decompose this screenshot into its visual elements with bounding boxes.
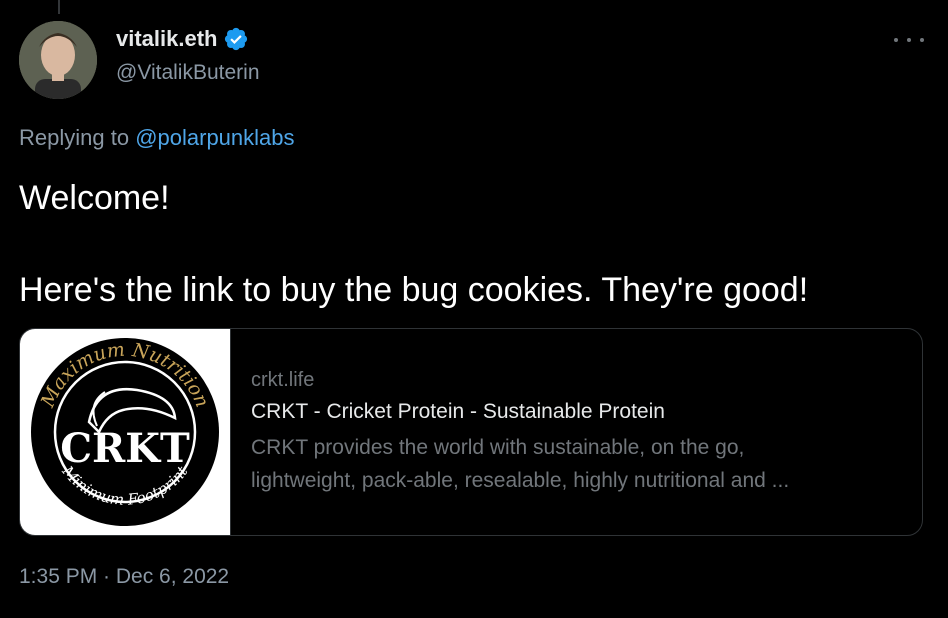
tweet-text-line: Welcome! — [19, 179, 170, 217]
replying-to-line: Replying to @polarpunklabs — [19, 125, 295, 151]
card-domain: crkt.life — [251, 369, 315, 391]
replying-to-mention[interactable]: @polarpunklabs — [135, 125, 294, 150]
tweet-timestamp[interactable]: 1:35 PM · Dec 6, 2022 — [19, 565, 229, 589]
avatar-photo — [19, 21, 97, 99]
card-image[interactable]: Maximum Nutrition Minimum Footprint CRKT — [20, 329, 231, 535]
avatar[interactable] — [19, 21, 97, 99]
thread-connector-line — [58, 0, 60, 14]
logo-center-text: CRKT — [60, 425, 190, 472]
link-preview-card[interactable]: Maximum Nutrition Minimum Footprint CRKT… — [19, 328, 923, 536]
crkt-logo: Maximum Nutrition Minimum Footprint CRKT — [31, 338, 219, 526]
card-description: CRKT provides the world with sustainable… — [251, 431, 891, 497]
card-description-line: CRKT provides the world with sustainable… — [251, 436, 745, 459]
author-handle[interactable]: @VitalikButerin — [116, 61, 260, 85]
card-title[interactable]: CRKT - Cricket Protein - Sustainable Pro… — [251, 400, 891, 424]
display-name[interactable]: vitalik.eth — [116, 26, 217, 52]
card-body[interactable]: crkt.life CRKT - Cricket Protein - Susta… — [231, 329, 891, 535]
replying-prefix: Replying to — [19, 125, 136, 150]
card-description-line: lightweight, pack-able, resealable, high… — [251, 469, 790, 492]
more-options-icon[interactable] — [894, 30, 924, 50]
tweet-text-line: Here's the link to buy the bug cookies. … — [19, 271, 809, 309]
tweet-text: Welcome! Here's the link to buy the bug … — [19, 175, 808, 313]
author-name-row[interactable]: vitalik.eth — [116, 26, 249, 52]
verified-badge-icon — [225, 27, 248, 51]
